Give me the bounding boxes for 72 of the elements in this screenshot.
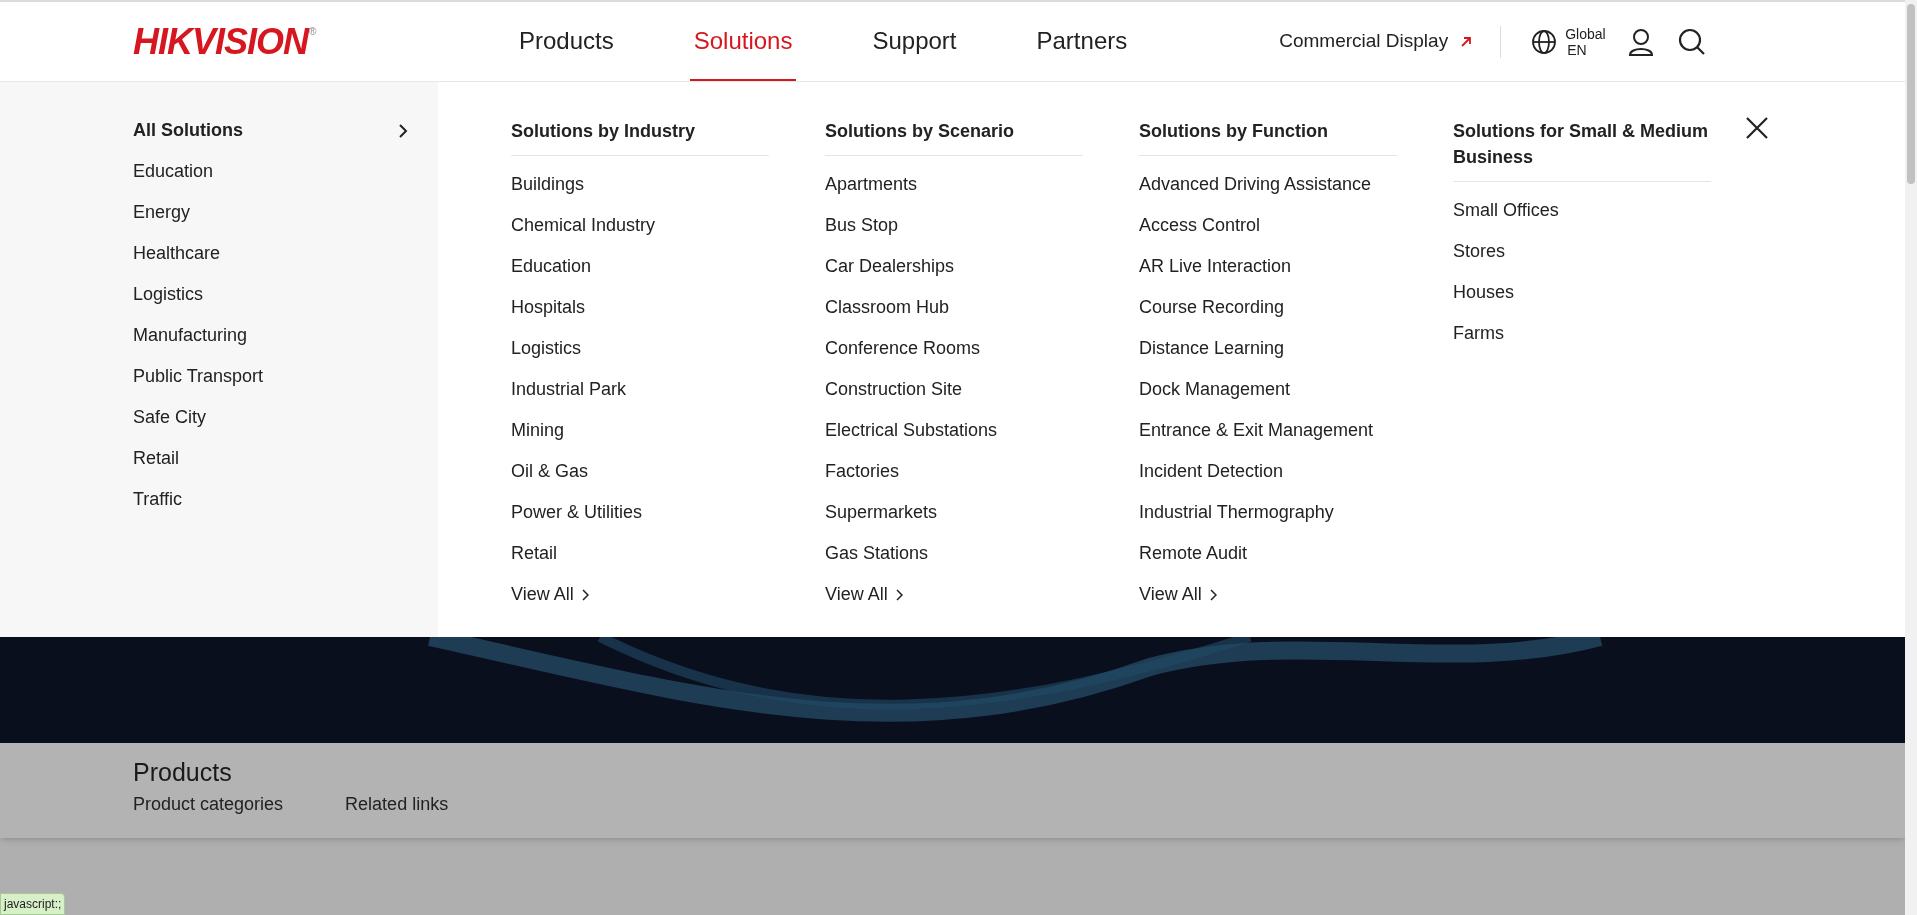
chevron-right-icon bbox=[581, 588, 589, 601]
menu-link[interactable]: Distance Learning bbox=[1139, 328, 1285, 369]
commercial-display-link[interactable]: Commercial Display bbox=[1279, 27, 1473, 56]
column-heading: Solutions by Function bbox=[1139, 118, 1397, 156]
menu-link[interactable]: Entrance & Exit Management bbox=[1139, 410, 1374, 451]
menu-link[interactable]: Houses bbox=[1453, 272, 1515, 313]
chevron-right-icon bbox=[1209, 588, 1217, 601]
menu-link[interactable]: Retail bbox=[511, 533, 558, 574]
menu-link[interactable]: Remote Audit bbox=[1139, 533, 1248, 574]
menu-link[interactable]: Bus Stop bbox=[825, 205, 899, 246]
nav-tab[interactable]: Support bbox=[868, 2, 961, 81]
brand-logo[interactable]: HIKVISION bbox=[133, 23, 309, 60]
sidebar-item[interactable]: Public Transport bbox=[133, 356, 264, 397]
sidebar-item[interactable]: Manufacturing bbox=[133, 315, 248, 356]
registered-mark: ® bbox=[309, 24, 317, 37]
arrow-icon bbox=[1460, 35, 1473, 48]
menu-link[interactable]: Hospitals bbox=[511, 287, 586, 328]
column-heading: Solutions by Industry bbox=[511, 118, 769, 156]
menu-link[interactable]: Conference Rooms bbox=[825, 328, 981, 369]
menu-link[interactable]: Course Recording bbox=[1139, 287, 1285, 328]
menu-link[interactable]: Apartments bbox=[825, 164, 918, 205]
menu-link[interactable]: Supermarkets bbox=[825, 492, 938, 533]
menu-link[interactable]: Incident Detection bbox=[1139, 451, 1284, 492]
menu-link[interactable]: Gas Stations bbox=[825, 533, 929, 574]
menu-link[interactable]: Logistics bbox=[511, 328, 582, 369]
view-all-link[interactable]: View All bbox=[511, 574, 589, 615]
menu-link[interactable]: Dock Management bbox=[1139, 369, 1291, 410]
section-tab[interactable]: Related links bbox=[345, 791, 449, 818]
menu-link[interactable]: Construction Site bbox=[825, 369, 963, 410]
menu-link[interactable]: Buildings bbox=[511, 164, 585, 205]
sidebar-item[interactable]: Safe City bbox=[133, 397, 207, 438]
section-tab[interactable]: Product categories bbox=[133, 791, 284, 818]
menu-link[interactable]: Oil & Gas bbox=[511, 451, 589, 492]
column-heading: Solutions by Scenario bbox=[825, 118, 1083, 156]
menu-link[interactable]: AR Live Interaction bbox=[1139, 246, 1292, 287]
sidebar-item[interactable]: Education bbox=[133, 151, 214, 192]
menu-link[interactable]: Advanced Driving Assistance bbox=[1139, 164, 1372, 205]
menu-link[interactable]: Power & Utilities bbox=[511, 492, 643, 533]
sidebar-item[interactable]: Energy bbox=[133, 192, 191, 233]
sidebar-item[interactable]: Traffic bbox=[133, 479, 182, 520]
menu-link[interactable]: Small Offices bbox=[1453, 190, 1559, 231]
nav-tab[interactable]: Products bbox=[515, 2, 618, 81]
user-icon[interactable] bbox=[1627, 27, 1654, 56]
sidebar-item[interactable]: Retail bbox=[133, 438, 180, 479]
chevron-right-icon bbox=[398, 123, 408, 138]
menu-link[interactable]: Factories bbox=[825, 451, 900, 492]
menu-link[interactable]: Industrial Thermography bbox=[1139, 492, 1334, 533]
column-heading: Solutions for Small & Medium Business bbox=[1453, 118, 1711, 182]
all-solutions-link[interactable]: All Solutions bbox=[133, 110, 408, 151]
view-all-link[interactable]: View All bbox=[825, 574, 903, 615]
menu-link[interactable]: Chemical Industry bbox=[511, 205, 656, 246]
menu-link[interactable]: Education bbox=[511, 246, 592, 287]
sidebar-item[interactable]: Healthcare bbox=[133, 233, 221, 274]
region-selector[interactable]: Global EN bbox=[1531, 25, 1606, 58]
menu-link[interactable]: Classroom Hub bbox=[825, 287, 950, 328]
menu-link[interactable]: Access Control bbox=[1139, 205, 1261, 246]
close-icon[interactable] bbox=[1745, 116, 1769, 140]
menu-link[interactable]: Stores bbox=[1453, 231, 1506, 272]
menu-link[interactable]: Mining bbox=[511, 410, 565, 451]
nav-tab[interactable]: Partners bbox=[1032, 2, 1132, 81]
search-icon[interactable] bbox=[1677, 27, 1706, 56]
section-title: Products bbox=[133, 757, 233, 788]
globe-icon bbox=[1531, 28, 1558, 55]
status-bar: javascript:; bbox=[0, 893, 66, 915]
menu-link[interactable]: Industrial Park bbox=[511, 369, 627, 410]
menu-link[interactable]: Electrical Substations bbox=[825, 410, 998, 451]
scrollbar[interactable] bbox=[1905, 0, 1917, 915]
menu-link[interactable]: Car Dealerships bbox=[825, 246, 955, 287]
chevron-right-icon bbox=[895, 588, 903, 601]
sidebar-item[interactable]: Logistics bbox=[133, 274, 204, 315]
menu-link[interactable]: Farms bbox=[1453, 313, 1504, 354]
view-all-link[interactable]: View All bbox=[1139, 574, 1217, 615]
